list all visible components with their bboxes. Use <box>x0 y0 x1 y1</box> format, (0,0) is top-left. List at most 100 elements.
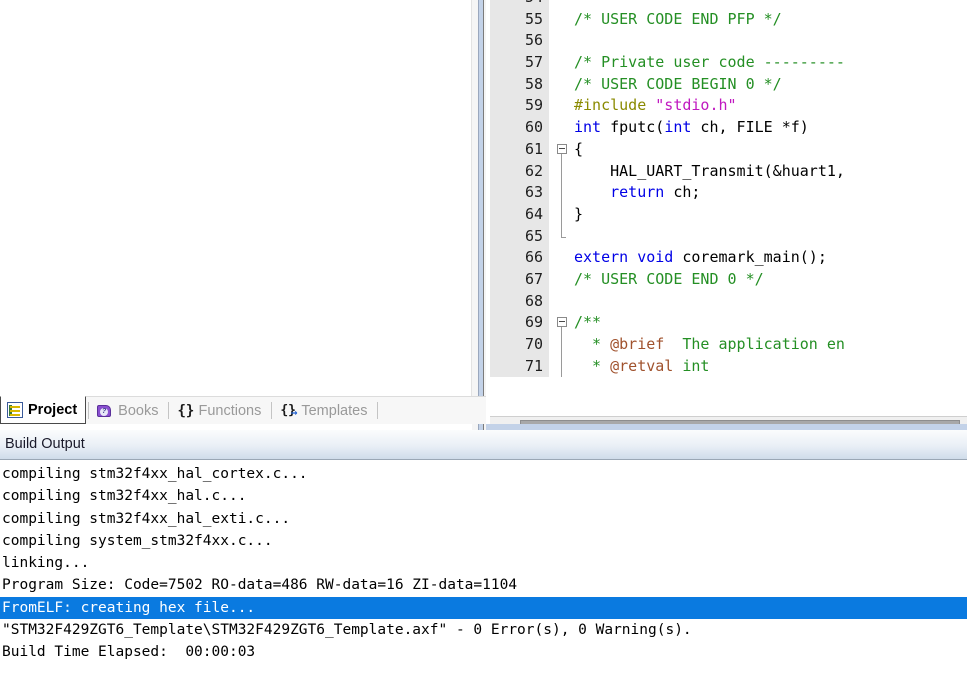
log-line-selected[interactable]: FromELF: creating hex file... <box>0 596 967 620</box>
fold-column[interactable] <box>555 291 571 313</box>
tab-books[interactable]: ? Books <box>91 397 166 424</box>
code-line[interactable]: 62 HAL_UART_Transmit(&huart1, <box>490 160 967 183</box>
log-line[interactable]: compiling stm32f4xx_hal_exti.c... <box>0 508 967 530</box>
code-text[interactable]: /** <box>574 312 601 334</box>
tab-functions[interactable]: {} Functions <box>171 397 269 424</box>
code-lines[interactable]: 5455 /* USER CODE END PFP */ 5657 /* Privat… <box>490 0 967 378</box>
code-line[interactable]: 70 * @brief The application en <box>490 334 967 356</box>
fold-guide-line <box>561 203 562 226</box>
fold-column[interactable] <box>555 0 571 9</box>
tab-separator <box>377 402 379 419</box>
log-line[interactable]: "STM32F429ZGT6_Template\STM32F429ZGT6_Te… <box>0 619 967 641</box>
code-text[interactable]: /* USER CODE BEGIN 0 */ <box>574 74 782 96</box>
log-line[interactable]: compiling stm32f4xx_hal.c... <box>0 485 967 507</box>
fold-column[interactable] <box>555 182 571 204</box>
code-line[interactable]: 67 /* USER CODE END 0 */ <box>490 268 967 291</box>
code-text[interactable]: /* Private user code --------- <box>574 52 845 74</box>
code-line[interactable]: 59 #include "stdio.h" <box>490 95 967 118</box>
code-text[interactable]: /* USER CODE END 0 */ <box>574 269 764 291</box>
code-text[interactable]: int fputc(int ch, FILE *f) <box>574 117 809 139</box>
log-line[interactable]: linking... <box>0 552 967 574</box>
token-cmt: /* USER CODE END 0 */ <box>574 269 764 288</box>
code-line[interactable]: 60 int fputc(int ch, FILE *f) <box>490 117 967 139</box>
build-output-header: Build Output <box>0 430 967 460</box>
fold-column[interactable] <box>555 52 571 74</box>
token-plain: } <box>574 204 584 223</box>
code-text[interactable]: } <box>574 204 583 226</box>
log-line[interactable]: compiling system_stm32f4xx.c... <box>0 530 967 552</box>
fold-column[interactable] <box>555 203 571 226</box>
token-doc: @brief <box>610 335 665 353</box>
code-line[interactable]: 71 * @retval int <box>490 355 967 378</box>
line-number: 59 <box>490 95 549 118</box>
line-number: 56 <box>490 30 549 53</box>
fold-column[interactable] <box>555 312 571 335</box>
project-panel-tabstrip: Project ? Books{} Functions{} → Templates <box>0 396 472 424</box>
fold-column[interactable] <box>555 160 571 183</box>
code-line[interactable]: 68 <box>490 290 967 313</box>
fold-guide-end <box>561 225 566 238</box>
code-line[interactable]: 55 /* USER CODE END PFP */ <box>490 8 967 31</box>
line-number: 68 <box>490 290 549 313</box>
code-line[interactable]: 57 /* Private user code --------- <box>490 52 967 74</box>
tab-templates[interactable]: {} → Templates <box>274 397 375 424</box>
line-number: 66 <box>490 247 549 269</box>
project-panel[interactable] <box>0 0 472 396</box>
code-line[interactable]: 58 /* USER CODE BEGIN 0 */ <box>490 73 967 96</box>
fold-column[interactable] <box>555 30 571 52</box>
fold-column[interactable] <box>555 225 571 248</box>
token-plain: { <box>574 139 584 158</box>
code-text[interactable]: /* USER CODE END PFP */ <box>574 9 782 31</box>
fold-column[interactable] <box>555 139 571 161</box>
tab-project[interactable]: Project <box>0 396 87 424</box>
books-icon: ? <box>97 403 113 419</box>
code-line[interactable]: 54 <box>490 0 967 9</box>
fold-column[interactable] <box>555 269 571 291</box>
log-line[interactable]: Build Time Elapsed: 00:00:03 <box>0 641 967 663</box>
code-editor[interactable]: 5455 /* USER CODE END PFP */ 5657 /* Privat… <box>490 0 967 416</box>
fold-column[interactable] <box>555 355 571 378</box>
code-text[interactable]: HAL_UART_Transmit(&huart1, <box>574 161 845 183</box>
code-line[interactable]: 64} <box>490 203 967 226</box>
code-line[interactable]: 61 { <box>490 138 967 161</box>
fold-column[interactable] <box>555 117 571 139</box>
line-number: 61 <box>490 138 549 161</box>
code-line[interactable]: 63 return ch; <box>490 182 967 204</box>
token-cmt: /* Private user code --------- <box>574 53 845 72</box>
fold-column[interactable] <box>555 247 571 269</box>
token-cmt: The application en <box>664 335 845 353</box>
code-text[interactable]: * @retval int <box>574 356 709 378</box>
code-text[interactable]: extern void coremark_main(); <box>574 247 827 269</box>
fold-column[interactable] <box>555 74 571 96</box>
log-line[interactable]: Program Size: Code=7502 RO-data=486 RW-d… <box>0 574 967 596</box>
line-number: 71 <box>490 355 549 378</box>
fold-column[interactable] <box>555 95 571 117</box>
line-number: 65 <box>490 225 549 248</box>
code-text[interactable]: * @brief The application en <box>574 334 845 356</box>
code-line[interactable]: 69 /** <box>490 312 967 335</box>
token-kw: return <box>610 183 665 202</box>
code-text[interactable]: #include "stdio.h" <box>574 95 737 117</box>
code-line[interactable]: 56 <box>490 30 967 53</box>
editor-left-frame <box>486 0 490 430</box>
fold-column[interactable] <box>555 9 571 31</box>
fold-column[interactable] <box>555 334 571 356</box>
fold-collapse-icon[interactable] <box>557 317 567 328</box>
line-number: 64 <box>490 203 549 226</box>
fold-guide-line <box>561 334 562 356</box>
tab-label: Functions <box>198 402 262 419</box>
code-text[interactable]: { <box>574 139 583 161</box>
templates-icon: {} → <box>280 402 298 419</box>
line-number: 69 <box>490 312 549 334</box>
code-line[interactable]: 66 extern void coremark_main(); <box>490 247 967 269</box>
build-output-log[interactable]: compiling stm32f4xx_hal_cortex.c... compi… <box>0 460 967 697</box>
tab-label: Project <box>28 402 78 418</box>
code-text[interactable]: return ch; <box>574 182 700 204</box>
log-line[interactable]: compiling stm32f4xx_hal_cortex.c... <box>0 463 967 485</box>
token-cmt: /* USER CODE END PFP */ <box>574 9 782 28</box>
code-line[interactable]: 65 <box>490 225 967 248</box>
token-cmt: /* USER CODE BEGIN 0 */ <box>574 74 782 93</box>
fold-collapse-icon[interactable] <box>557 143 567 154</box>
project-tree[interactable] <box>0 0 471 396</box>
